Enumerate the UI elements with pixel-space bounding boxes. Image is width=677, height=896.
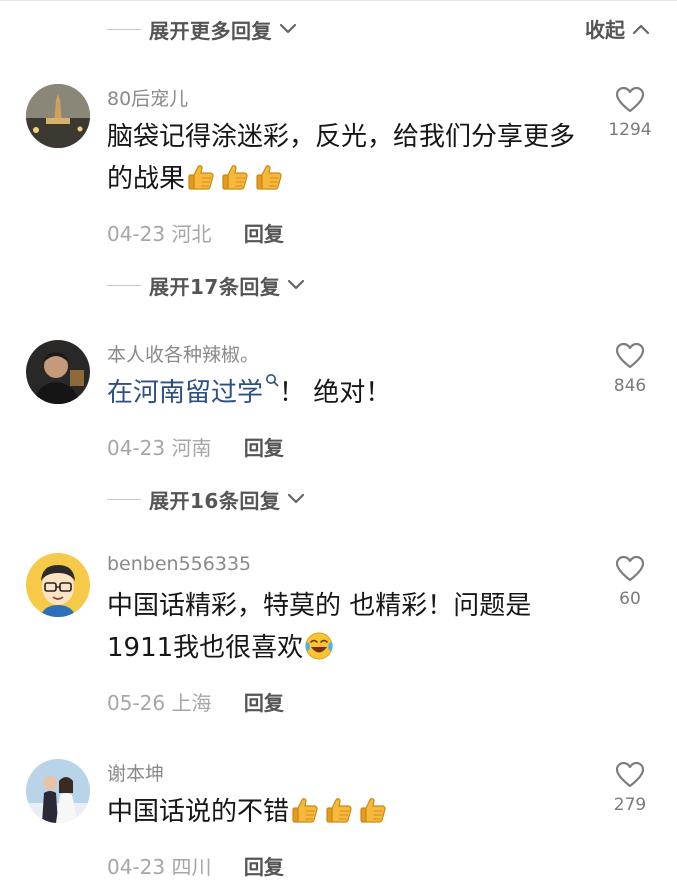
comment-username[interactable]: benben556335 bbox=[107, 553, 251, 575]
thumbs-up-emoji bbox=[289, 794, 321, 826]
top-divider bbox=[0, 0, 677, 1]
like-count: 279 bbox=[613, 795, 647, 815]
like-button[interactable]: 279 bbox=[605, 761, 655, 815]
chevron-up-icon bbox=[631, 22, 651, 36]
avatar[interactable] bbox=[26, 759, 90, 823]
comment-date: 04-23 bbox=[107, 222, 166, 246]
comment-meta: 04-23 四川 回复 bbox=[107, 851, 284, 880]
expand-label: 展开16条回复 bbox=[149, 488, 281, 513]
divider-dash bbox=[107, 498, 141, 500]
comment-date: 05-26 bbox=[107, 691, 166, 715]
comment-text: 脑袋记得涂迷彩，反光，给我们分享更多的战果 bbox=[107, 116, 587, 200]
like-count: 60 bbox=[619, 589, 641, 609]
comment-location: 上海 bbox=[171, 691, 212, 715]
reply-button[interactable]: 回复 bbox=[244, 691, 284, 715]
thumbs-up-emoji bbox=[185, 161, 217, 193]
reply-button[interactable]: 回复 bbox=[244, 436, 284, 460]
comment-text-body: 中国话说的不错 bbox=[107, 797, 290, 827]
chevron-down-icon bbox=[286, 278, 306, 292]
heart-outline-icon bbox=[615, 555, 645, 583]
reply-button[interactable]: 回复 bbox=[244, 222, 284, 246]
comment-date: 04-23 bbox=[107, 855, 166, 879]
expand-more-replies-button[interactable]: 展开更多回复 bbox=[107, 14, 298, 44]
avatar[interactable] bbox=[26, 553, 90, 617]
comment-username[interactable]: 80后宠儿 bbox=[107, 84, 188, 111]
comment-text: 中国话精彩，特莫的 也精彩！问题是1911我也很喜欢 bbox=[107, 585, 587, 669]
search-keyword-link[interactable]: 在河南留过学 bbox=[107, 378, 263, 408]
like-button[interactable]: 60 bbox=[605, 555, 655, 609]
reply-button[interactable]: 回复 bbox=[244, 855, 284, 879]
avatar[interactable] bbox=[26, 84, 90, 148]
comment-location: 河南 bbox=[171, 436, 212, 460]
comment-meta: 05-26 上海 回复 bbox=[107, 687, 284, 716]
search-mini-icon[interactable] bbox=[265, 373, 279, 387]
expand-replies-button[interactable]: 展开16条回复 bbox=[107, 484, 306, 514]
chevron-down-icon bbox=[278, 22, 298, 36]
comment-text: 在河南留过学 ！ 绝对！ bbox=[107, 372, 587, 414]
comment-date: 04-23 bbox=[107, 436, 166, 460]
comment-text: 中国话说的不错 bbox=[107, 791, 587, 833]
expand-replies-button[interactable]: 展开17条回复 bbox=[107, 270, 306, 300]
comment-username[interactable]: 本人收各种辣椒。 bbox=[107, 340, 259, 367]
thumbs-up-emoji bbox=[323, 794, 355, 826]
divider-dash bbox=[107, 284, 141, 286]
like-count: 846 bbox=[613, 376, 647, 396]
comment-text-body: ！ 绝对！ bbox=[279, 378, 392, 408]
comment-location: 河北 bbox=[171, 222, 212, 246]
thumbs-up-emoji bbox=[219, 161, 251, 193]
chevron-down-icon bbox=[286, 492, 306, 506]
heart-outline-icon bbox=[615, 761, 645, 789]
comment-location: 四川 bbox=[171, 855, 212, 879]
like-button[interactable]: 846 bbox=[605, 342, 655, 396]
heart-outline-icon bbox=[615, 342, 645, 370]
expand-label: 展开17条回复 bbox=[149, 274, 281, 299]
heart-outline-icon bbox=[615, 86, 645, 114]
comment-text-body: 脑袋记得涂迷彩，反光，给我们分享更多的战果 bbox=[107, 122, 576, 194]
comment-meta: 04-23 河北 回复 bbox=[107, 218, 284, 247]
collapse-label: 收起 bbox=[585, 18, 625, 42]
laugh-cry-emoji bbox=[303, 630, 335, 662]
comment-username[interactable]: 谢本坤 bbox=[107, 759, 164, 786]
collapse-button[interactable]: 收起 bbox=[585, 14, 651, 43]
like-count: 1294 bbox=[608, 120, 652, 140]
comment-meta: 04-23 河南 回复 bbox=[107, 432, 284, 461]
thumbs-up-emoji bbox=[357, 794, 389, 826]
thumbs-up-emoji bbox=[253, 161, 285, 193]
avatar[interactable] bbox=[26, 340, 90, 404]
like-button[interactable]: 1294 bbox=[605, 86, 655, 140]
expand-label: 展开更多回复 bbox=[149, 18, 272, 43]
divider-dash bbox=[107, 28, 141, 30]
